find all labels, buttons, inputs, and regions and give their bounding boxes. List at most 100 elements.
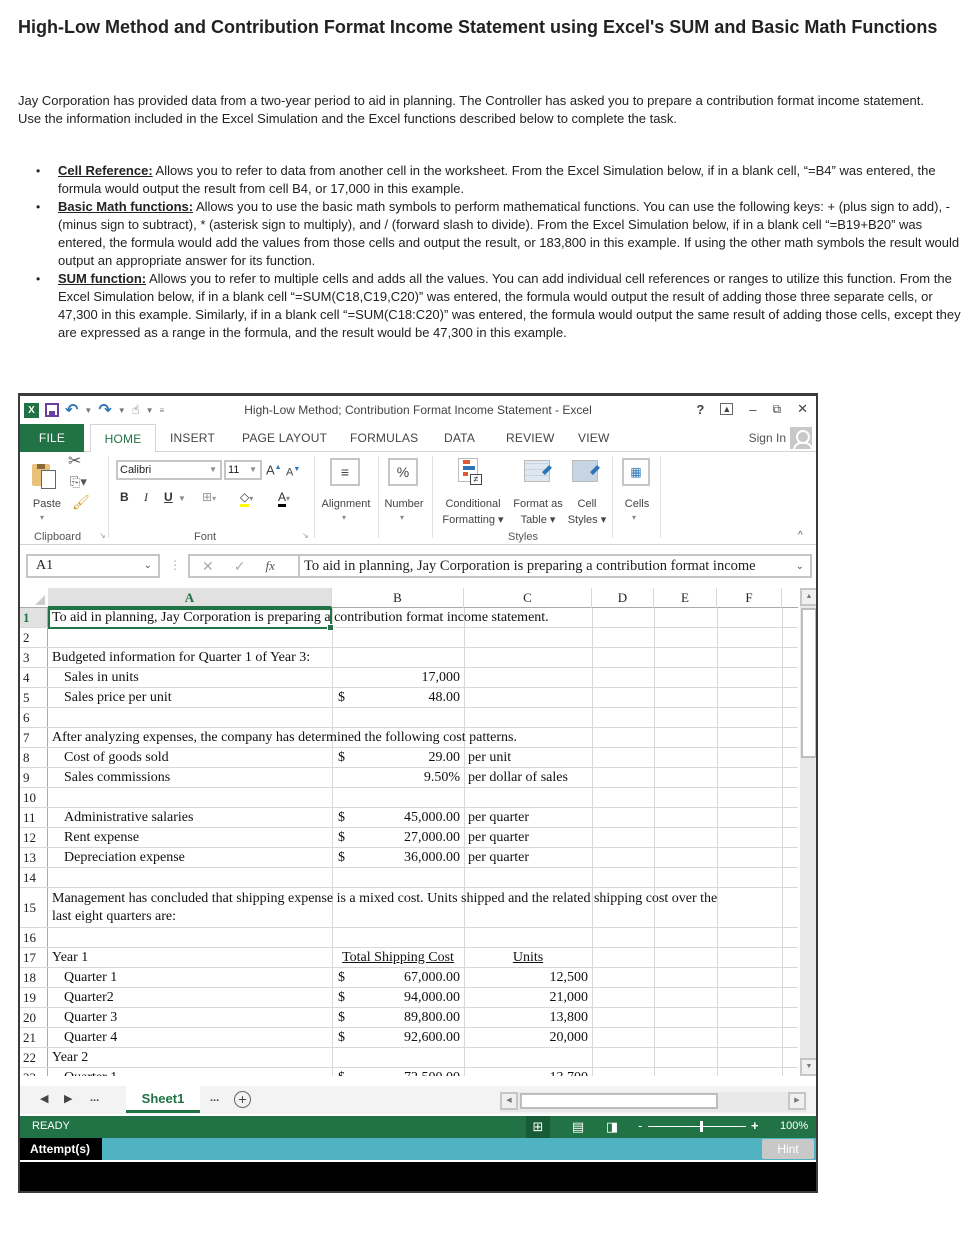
sign-in-label[interactable]: Sign In (749, 431, 786, 445)
cell-c-value[interactable]: 13,800 (464, 1008, 589, 1027)
tab-review[interactable]: REVIEW (506, 424, 555, 452)
paste-button[interactable]: Paste (30, 496, 64, 512)
expand-formula-bar-icon[interactable]: ⌄ (796, 557, 804, 576)
cell-c-note[interactable]: per dollar of sales (468, 768, 568, 787)
conditional-formatting-icon[interactable]: ≠ (458, 458, 482, 486)
paste-dropdown-icon[interactable]: ▾ (40, 510, 44, 526)
cell-c-note[interactable]: per unit (468, 748, 511, 767)
copy-icon[interactable]: ⎘▾ (70, 474, 87, 490)
cell-c-value[interactable]: 27,000.00 (332, 828, 464, 847)
cell-a[interactable]: Year 2 (52, 1048, 88, 1067)
page-break-view-icon[interactable]: ◨ (600, 1116, 624, 1138)
cell-c-value[interactable]: 29.00 (332, 748, 464, 767)
column-header-c[interactable]: C (464, 588, 592, 608)
cell-a[interactable]: Year 1 (52, 948, 88, 967)
increase-font-icon[interactable]: A▲ (266, 460, 282, 478)
row-header[interactable]: 6 (20, 708, 48, 727)
row-header[interactable]: 18 (20, 968, 48, 987)
cell-a[interactable]: Quarter 4 (52, 1028, 117, 1047)
row-header[interactable]: 15 (20, 888, 48, 927)
cell-c-value[interactable]: 13,700 (464, 1068, 589, 1077)
avatar-icon[interactable] (790, 427, 812, 449)
horizontal-scrollbar[interactable]: ◀ ▶ (500, 1092, 806, 1112)
cell-c-note[interactable]: per quarter (468, 828, 529, 847)
cell-b-value[interactable]: 92,600.00 (332, 1028, 460, 1047)
column-header-a[interactable]: A (48, 588, 332, 608)
collapse-ribbon-icon[interactable]: ^ (798, 528, 803, 544)
column-header-d[interactable]: D (592, 588, 654, 608)
normal-view-icon[interactable]: ⊞ (526, 1116, 550, 1138)
alignment-icon[interactable]: ≡ (330, 458, 360, 486)
tab-view[interactable]: VIEW (578, 424, 609, 452)
row-header[interactable]: 23 (20, 1068, 48, 1076)
row-header[interactable]: 22 (20, 1048, 48, 1067)
cell-c-note[interactable]: per quarter (468, 848, 529, 867)
cell-b-value[interactable]: 89,800.00 (332, 1008, 460, 1027)
cell-a[interactable]: Administrative salaries (52, 808, 193, 827)
row-header[interactable]: 20 (20, 1008, 48, 1027)
cell-a[interactable]: Quarter 1 (52, 968, 117, 987)
row-header[interactable]: 13 (20, 848, 48, 867)
insert-function-icon[interactable]: fx (265, 558, 274, 574)
ribbon-display-icon[interactable]: ▲ (720, 403, 734, 415)
row-header[interactable]: 7 (20, 728, 48, 747)
sheet-tab-sheet1[interactable]: Sheet1 (126, 1086, 200, 1113)
cut-icon[interactable]: ✂ (68, 454, 81, 470)
cell-b-value[interactable]: 72,500.00 (332, 1068, 460, 1077)
sign-in[interactable]: Sign In (749, 427, 812, 449)
cell-styles-icon[interactable] (572, 458, 600, 486)
conditional-formatting-button[interactable]: Conditional Formatting ▾ (438, 496, 508, 528)
scroll-left-button[interactable]: ◀ (500, 1092, 518, 1110)
font-size-select[interactable]: 11 ▼ (224, 460, 262, 480)
hint-button[interactable]: Hint (762, 1139, 814, 1159)
cell-c-value[interactable]: 36,000.00 (332, 848, 464, 867)
row-header[interactable]: 1 (20, 608, 48, 627)
select-all-button[interactable] (20, 588, 48, 608)
tab-page-layout[interactable]: PAGE LAYOUT (242, 424, 327, 452)
tab-file[interactable]: FILE (20, 424, 84, 452)
cell-c-value[interactable]: 20,000 (464, 1028, 589, 1047)
cell-c-value[interactable]: 21,000 (464, 988, 589, 1007)
cell-a[interactable]: Quarter 1 (52, 1068, 117, 1077)
zoom-slider-thumb[interactable] (700, 1121, 703, 1132)
tab-formulas[interactable]: FORMULAS (350, 424, 418, 452)
row-header[interactable]: 16 (20, 928, 48, 947)
row-header[interactable]: 14 (20, 868, 48, 887)
scroll-right-button[interactable]: ▶ (788, 1092, 806, 1110)
cell-a[interactable]: Depreciation expense (52, 848, 185, 867)
zoom-in-icon[interactable]: + (751, 1118, 759, 1133)
formula-input[interactable]: To aid in planning, Jay Corporation is p… (298, 554, 812, 578)
italic-button[interactable]: I (144, 490, 148, 505)
cell-c-value[interactable]: 48.00 (332, 688, 464, 707)
row-header[interactable]: 3 (20, 648, 48, 667)
cell-a[interactable]: Budgeted information for Quarter 1 of Ye… (52, 648, 310, 667)
header-units[interactable]: Units (464, 948, 592, 967)
zoom-out-icon[interactable]: - (638, 1118, 642, 1133)
confirm-entry-icon[interactable]: ✓ (234, 558, 246, 575)
chevron-down-icon[interactable]: ⌄ (144, 556, 152, 576)
row-header[interactable]: 2 (20, 628, 48, 647)
minimize-icon[interactable]: – (749, 402, 756, 417)
vertical-scroll-thumb[interactable] (801, 608, 816, 758)
cell-c-value[interactable]: 45,000.00 (332, 808, 464, 827)
cells-icon[interactable]: ▦ (622, 458, 650, 486)
row-header[interactable]: 8 (20, 748, 48, 767)
bold-button[interactable]: B (120, 490, 129, 504)
borders-icon[interactable]: ⊞▾ (202, 490, 216, 504)
cell-c-value[interactable]: 17,000 (332, 668, 464, 687)
format-as-table-button[interactable]: Format as Table ▾ (510, 496, 566, 528)
row-header[interactable]: 17 (20, 948, 48, 967)
tab-home[interactable]: HOME (90, 424, 156, 453)
decrease-font-icon[interactable]: A▼ (286, 462, 300, 481)
cancel-entry-icon[interactable]: ✕ (202, 558, 214, 575)
formula-bar-resize-handle[interactable]: ⋮ (169, 558, 181, 572)
row-header[interactable]: 10 (20, 788, 48, 807)
zoom-level[interactable]: 100% (780, 1120, 808, 1132)
row-header[interactable]: 5 (20, 688, 48, 707)
restore-icon[interactable]: ⧉ (773, 402, 782, 417)
vertical-scrollbar[interactable]: ▲ ▼ (800, 588, 816, 1076)
cell-a[interactable]: Sales price per unit (52, 688, 172, 707)
cell-b-value[interactable]: 67,000.00 (332, 968, 460, 987)
cell-c-note[interactable]: per quarter (468, 808, 529, 827)
column-header-b[interactable]: B (332, 588, 464, 608)
